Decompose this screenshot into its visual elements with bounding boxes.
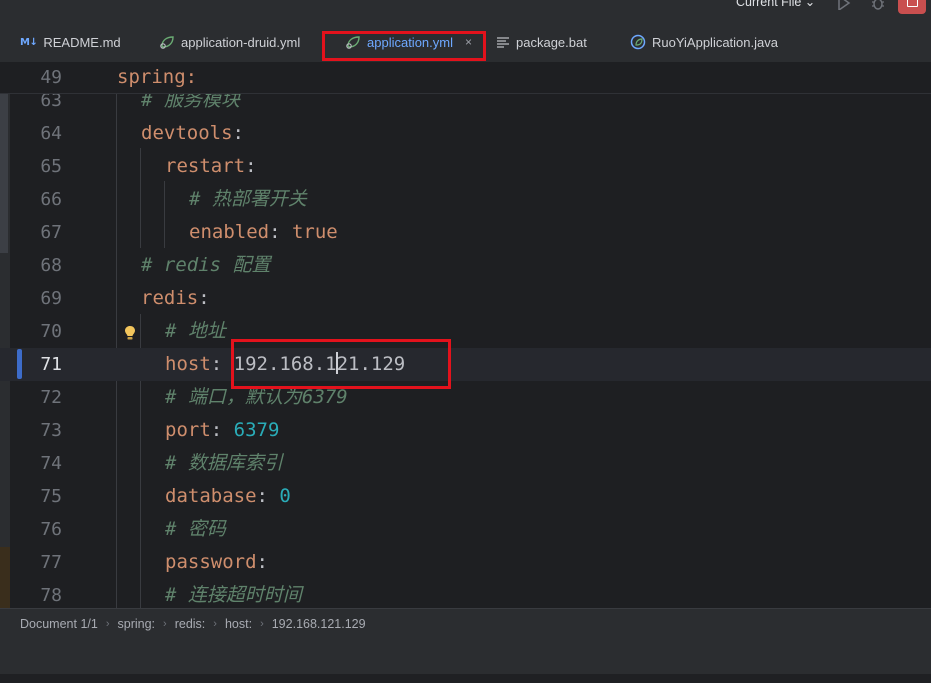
colon: : <box>256 551 268 573</box>
line-number: 68 <box>40 255 62 276</box>
code-line[interactable]: 72 # 端口，默认为6379 <box>0 381 931 414</box>
code-line[interactable]: 76 # 密码 <box>0 513 931 546</box>
tab-label: README.md <box>43 34 121 50</box>
line-number: 77 <box>40 552 62 573</box>
yaml-key: password <box>165 551 257 573</box>
stop-button[interactable] <box>898 0 926 14</box>
code-line[interactable]: 74 # 数据库索引 <box>0 447 931 480</box>
run-config-selector[interactable]: Current File ⌄ <box>736 0 815 9</box>
line-number: 65 <box>40 156 62 177</box>
spring-leaf-icon <box>160 36 174 49</box>
yaml-value: 6379 <box>233 419 280 441</box>
colon: : <box>269 221 292 243</box>
colon: : <box>232 122 244 144</box>
line-number: 70 <box>40 321 62 342</box>
yaml-key: enabled <box>189 221 270 243</box>
yaml-key: database <box>165 485 257 507</box>
line-number: 64 <box>40 123 62 144</box>
code-line[interactable]: 78 # 连接超时时间 <box>0 579 931 608</box>
yaml-value: 0 <box>279 485 291 507</box>
tab-label: RuoYiApplication.java <box>652 34 778 50</box>
line-number: 78 <box>40 585 62 606</box>
code-line[interactable]: 70 # 地址 <box>0 315 931 348</box>
code-line[interactable]: 73 port: 6379 <box>0 414 931 447</box>
chevron-right-icon: › <box>213 618 217 630</box>
sticky-scroll-header[interactable]: 49 spring: <box>0 63 931 94</box>
tab-label: application.yml <box>367 34 453 50</box>
code-line-current[interactable]: 71 host: 192.168.121.129 <box>0 348 931 381</box>
run-config-label: Current File <box>736 0 802 9</box>
line-number: 69 <box>40 288 62 309</box>
breadcrumb-document[interactable]: Document 1/1 <box>20 617 98 631</box>
line-number: 67 <box>40 222 62 243</box>
tab-label: application-druid.yml <box>181 34 301 50</box>
yaml-key: redis <box>141 287 199 309</box>
close-tab-icon[interactable]: × <box>465 35 472 49</box>
line-number: 75 <box>40 486 62 507</box>
chevron-right-icon: › <box>163 618 167 630</box>
breadcrumb-spring[interactable]: spring: <box>118 617 156 631</box>
breadcrumb: Document 1/1 › spring: › redis: › host: … <box>0 608 931 639</box>
run-icon[interactable] <box>836 0 852 10</box>
comment: # redis 配置 <box>141 254 271 276</box>
top-toolbar: Current File ⌄ <box>0 0 931 22</box>
code-line[interactable]: 77 password: <box>0 546 931 579</box>
yaml-value: true <box>291 221 338 243</box>
line-number: 76 <box>40 519 62 540</box>
yaml-value: 192.168.1 <box>233 353 337 375</box>
code-line[interactable]: 65 restart: <box>0 150 931 183</box>
text-file-icon <box>497 37 509 48</box>
line-number: 72 <box>40 387 62 408</box>
line-number: 49 <box>40 67 62 88</box>
colon: : <box>210 419 234 441</box>
editor-tab-bar: M↓ README.md application-druid.yml appli… <box>0 22 931 63</box>
yaml-value: 21.129 <box>336 353 406 375</box>
breadcrumb-redis[interactable]: redis: <box>175 617 206 631</box>
yaml-key: restart <box>165 155 246 177</box>
tab-application-druid[interactable]: application-druid.yml <box>159 22 300 62</box>
comment: # 热部署开关 <box>189 188 307 210</box>
colon: : <box>256 485 280 507</box>
code-line[interactable]: 68 # redis 配置 <box>0 249 931 282</box>
tab-readme[interactable]: M↓ README.md <box>20 22 121 62</box>
colon: : <box>245 155 257 177</box>
sticky-code: spring: <box>117 66 198 88</box>
comment: # 地址 <box>165 320 226 342</box>
tab-application-yml[interactable]: application.yml × <box>345 22 472 62</box>
stop-icon <box>907 0 918 7</box>
spring-leaf-icon <box>346 36 360 49</box>
yaml-key: host <box>165 353 211 375</box>
change-marker[interactable] <box>17 349 22 379</box>
tab-ruoyi-application[interactable]: RuoYiApplication.java <box>630 22 778 62</box>
breadcrumb-value[interactable]: 192.168.121.129 <box>272 617 366 631</box>
colon: : <box>210 353 234 375</box>
status-bar <box>0 674 931 683</box>
comment: # 连接超时时间 <box>165 584 302 606</box>
comment: # 密码 <box>165 518 226 540</box>
code-editor[interactable]: 49 spring: 63 # 服务模块 64 devtools: 65 res… <box>0 63 931 608</box>
spring-java-icon <box>630 34 646 50</box>
comment: # 端口，默认为6379 <box>165 386 348 408</box>
line-number: 73 <box>40 420 62 441</box>
tab-label: package.bat <box>516 34 587 50</box>
comment: # 数据库索引 <box>165 452 283 474</box>
code-line[interactable]: 66 # 热部署开关 <box>0 183 931 216</box>
breadcrumb-host[interactable]: host: <box>225 617 252 631</box>
lightbulb-icon[interactable] <box>124 325 136 341</box>
line-number: 74 <box>40 453 62 474</box>
debug-icon[interactable] <box>870 0 886 10</box>
code-line[interactable]: 64 devtools: <box>0 117 931 150</box>
yaml-key: devtools <box>141 122 233 144</box>
markdown-icon: M↓ <box>20 36 38 48</box>
code-line[interactable]: 75 database: 0 <box>0 480 931 513</box>
yaml-key: port <box>165 419 211 441</box>
line-number: 66 <box>40 189 62 210</box>
colon: : <box>198 287 210 309</box>
code-line[interactable]: 67 enabled: true <box>0 216 931 249</box>
chevron-right-icon: › <box>260 618 264 630</box>
tab-package-bat[interactable]: package.bat <box>496 22 587 62</box>
chevron-right-icon: › <box>105 618 110 630</box>
code-line[interactable]: 69 redis: <box>0 282 931 315</box>
